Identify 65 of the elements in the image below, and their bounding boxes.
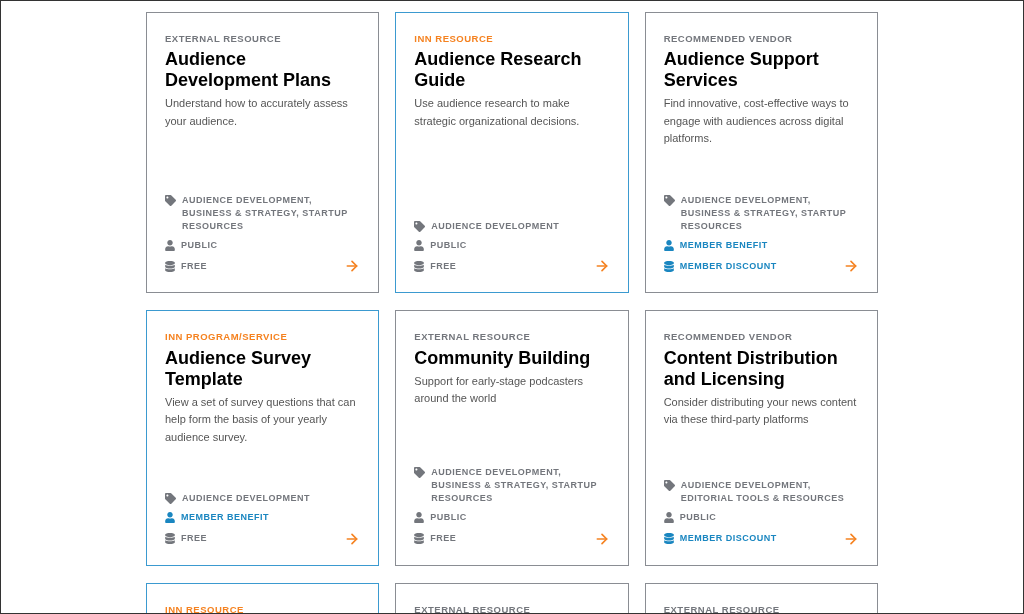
person-icon	[663, 240, 674, 251]
category-label: EXTERNAL RESOURCE	[165, 32, 282, 46]
card-description: Understand how to accurately assess your audience.	[165, 96, 349, 129]
tag-icon	[414, 467, 426, 478]
resource-card[interactable]: EXTERNAL RESOURCE Community Building Support for early-stage podcasters around the world AUDIENCE DEVELOPMENT, BUSINESS & STRATEGY, STARTUP RESOURCES PUBLIC FREE	[395, 310, 629, 566]
category-label: RECOMMENDED VENDOR	[663, 330, 794, 345]
resource-card[interactable]: EXTERNAL RESOURCE Audience Development Plans Understand how to accurately assess your audience. AUDIENCE DEVELOPMENT, BUSINESS & STRATEGY, STARTUP RESOURCES PUBLIC FREE	[146, 12, 380, 294]
person-icon	[414, 512, 425, 524]
meta-label: FREE	[430, 259, 457, 273]
database-icon	[414, 260, 425, 272]
resource-card[interactable]	[644, 12, 878, 294]
card-title[interactable]: Content Distribution and Licensing	[663, 347, 859, 390]
category-label: INN PROGRAM/SERVICE	[165, 330, 289, 345]
meta-label: PUBLIC	[679, 511, 717, 524]
person-icon	[414, 240, 425, 251]
card-title[interactable]: Audience Research Guide	[414, 49, 610, 92]
category-label: INN RESOURCE	[414, 32, 495, 46]
meta-label: MEMBER BENEFIT	[679, 238, 768, 252]
meta-label: MEMBER BENEFIT	[181, 511, 269, 524]
card-title[interactable]: Audience Survey Template	[165, 347, 361, 390]
tag-icon	[663, 480, 675, 491]
meta-label: PUBLIC	[181, 238, 218, 252]
tag-icon	[165, 493, 176, 504]
resource-card[interactable]: EXTERNAL RESOURCE	[395, 582, 629, 613]
category-label: RECOMMENDED VENDOR	[663, 32, 794, 46]
resource-card[interactable]: EXTERNAL RESOURCE	[644, 582, 878, 613]
topic-tags: AUDIENCE DEVELOPMENT, BUSINESS & STRATEGY, STARTUP RESOURCES	[182, 193, 361, 233]
resource-card[interactable]: INN RESOURCE Audience Research Guide Use audience research to make strategic organizational decisions. AUDIENCE DEVELOPMENT PUBLIC FREE	[395, 12, 629, 294]
meta-label: FREE	[430, 531, 457, 545]
tag-icon	[663, 194, 675, 206]
database-icon	[165, 260, 175, 272]
card-description: Support for early-stage podcasters around the world	[414, 373, 585, 406]
card-title[interactable]: Community Building	[414, 347, 610, 369]
database-icon	[663, 260, 674, 272]
category-label: EXTERNAL RESOURCE	[414, 602, 532, 613]
card-description: Consider distributing your news content via these third-party platforms	[663, 394, 858, 427]
card-description: View a set of survey questions that can help form the basis of your yearly audience survey.	[165, 394, 357, 445]
card-title[interactable]: Audience Support Services	[663, 49, 859, 92]
category-label: EXTERNAL RESOURCE	[414, 330, 532, 345]
person-icon	[663, 512, 674, 524]
meta-label: PUBLIC	[430, 238, 467, 252]
person-icon	[165, 512, 175, 524]
card-description: Find innovative, cost-effective ways to engage with audiences across digital platforms.	[663, 96, 850, 147]
database-icon	[414, 533, 425, 544]
tag-icon	[414, 220, 426, 232]
topic-tags: AUDIENCE DEVELOPMENT	[431, 219, 560, 233]
meta-label: FREE	[181, 531, 207, 545]
resource-card[interactable]: RECOMMENDED VENDOR Content Distribution and Licensing Consider distributing your news content via these third-party platforms AUDIENCE DEVELOPMENT, EDITORIAL TOOLS & RESOURCES PUBLIC MEMBER DISCOUNT	[644, 310, 878, 566]
tag-icon	[165, 194, 176, 206]
meta-label: PUBLIC	[430, 511, 467, 524]
database-icon	[165, 533, 175, 544]
category-label: EXTERNAL RESOURCE	[663, 602, 781, 613]
meta-label: MEMBER DISCOUNT	[679, 531, 777, 545]
person-icon	[165, 240, 175, 251]
database-icon	[663, 533, 674, 544]
resource-card[interactable]: INN PROGRAM/SERVICE Audience Survey Template View a set of survey questions that can help form the basis of your yearly audience survey. AUDIENCE DEVELOPMENT MEMBER BENEFIT FREE	[146, 310, 380, 566]
meta-label: MEMBER DISCOUNT	[679, 259, 777, 273]
topic-tags: AUDIENCE DEVELOPMENT	[182, 492, 310, 505]
topic-tags: AUDIENCE DEVELOPMENT, BUSINESS & STRATEGY, STARTUP RESOURCES	[431, 466, 610, 505]
meta-label: FREE	[181, 259, 207, 273]
card-title[interactable]: Audience Development Plans	[165, 49, 361, 92]
category-label: INN RESOURCE	[165, 602, 245, 613]
topic-tags: AUDIENCE DEVELOPMENT, BUSINESS & STRATEGY, STARTUP RESOURCES	[680, 193, 859, 233]
topic-tags: AUDIENCE DEVELOPMENT, EDITORIAL TOOLS & RESOURCES	[680, 479, 859, 505]
card-description: Use audience research to make strategic organizational decisions.	[414, 96, 581, 129]
